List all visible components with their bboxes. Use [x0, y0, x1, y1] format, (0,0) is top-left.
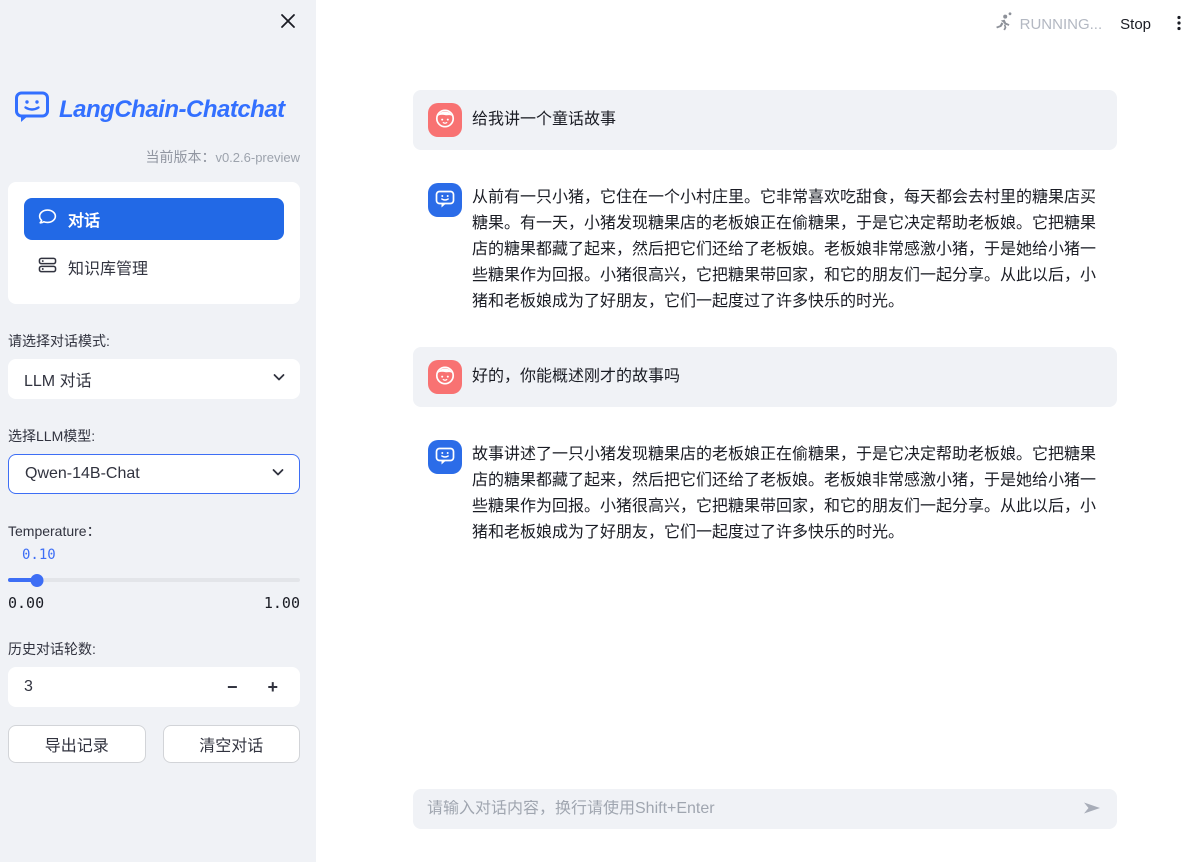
chatchat-logo-icon	[14, 90, 50, 129]
sidebar-actions: 导出记录 清空对话	[8, 725, 300, 763]
user-message: 给我讲一个童话故事	[413, 90, 1117, 150]
history-rounds-label: 历史对话轮数:	[8, 639, 300, 659]
version-value: v0.2.6-preview	[215, 150, 300, 165]
dialog-mode-label: 请选择对话模式:	[8, 331, 300, 351]
assistant-message: 故事讲述了一只小猪发现糖果店的老板娘正在偷糖果，于是它决定帮助老板娘。它把糖果店…	[413, 427, 1117, 558]
assistant-bubble-icon	[432, 442, 458, 473]
message-text: 好的，你能概述刚才的故事吗	[472, 364, 680, 390]
llm-model-select[interactable]: Qwen-14B-Chat	[8, 454, 300, 494]
user-message: 好的，你能概述刚才的故事吗	[413, 347, 1117, 407]
temperature-slider[interactable]	[8, 574, 300, 586]
chevron-down-icon	[270, 464, 286, 485]
slider-max: 1.00	[264, 594, 300, 612]
sidebar-item-dialogue[interactable]: 对话	[24, 198, 284, 240]
app-logo: LangChain-Chatchat	[8, 90, 300, 129]
message-text: 给我讲一个童话故事	[472, 107, 616, 133]
assistant-avatar	[428, 183, 462, 217]
chat-input-bar	[413, 789, 1117, 829]
sidebar-item-label: 对话	[68, 207, 100, 231]
slider-track[interactable]	[8, 578, 300, 582]
sidebar: LangChain-Chatchat 当前版本：v0.2.6-preview 对…	[0, 0, 316, 862]
user-avatar	[428, 103, 462, 137]
llm-model-value: Qwen-14B-Chat	[25, 465, 140, 483]
temperature-label: Temperature：	[8, 521, 300, 541]
history-rounds-input[interactable]	[24, 678, 223, 696]
message-text: 故事讲述了一只小猪发现糖果店的老板娘正在偷糖果，于是它决定帮助老板娘。它把糖果店…	[472, 440, 1102, 546]
slider-thumb[interactable]	[31, 574, 44, 587]
user-avatar	[428, 360, 462, 394]
send-arrow-icon	[1081, 798, 1103, 821]
chat-bubble-icon	[38, 208, 57, 231]
assistant-bubble-icon	[432, 185, 458, 216]
llm-model-label: 选择LLM模型:	[8, 426, 300, 446]
close-icon	[279, 18, 297, 33]
running-man-icon	[993, 12, 1013, 37]
message-text: 从前有一只小猪，它住在一个小村庄里。它非常喜欢吃甜食，每天都会去村里的糖果店买糖…	[472, 183, 1102, 315]
nav-menu-card: 对话 知识库管理	[8, 182, 300, 304]
assistant-message: 从前有一只小猪，它住在一个小村庄里。它非常喜欢吃甜食，每天都会去村里的糖果店买糖…	[413, 170, 1117, 327]
three-dots-icon	[1171, 20, 1187, 35]
status-text: RUNNING...	[1020, 16, 1103, 33]
user-face-icon	[432, 362, 458, 393]
database-stack-icon	[38, 256, 57, 279]
chat-history: 给我讲一个童话故事 从前有一只小猪，它住在一个小村庄里。它非常喜欢吃甜食，每天都…	[413, 90, 1117, 578]
app-title: LangChain-Chatchat	[59, 96, 285, 124]
stop-button[interactable]: Stop	[1120, 16, 1151, 33]
temperature-value: 0.10	[8, 547, 300, 563]
sidebar-item-knowledge-base[interactable]: 知识库管理	[24, 246, 284, 288]
history-rounds-stepper: − +	[8, 667, 300, 707]
slider-min: 0.00	[8, 594, 44, 612]
sidebar-close-button[interactable]	[276, 10, 300, 34]
main-area: RUNNING... Stop	[316, 0, 1199, 862]
overflow-menu-button[interactable]	[1169, 12, 1189, 37]
dialog-mode-select[interactable]: LLM 对话	[8, 359, 300, 399]
assistant-avatar	[428, 440, 462, 474]
clear-dialogue-button[interactable]: 清空对话	[163, 725, 301, 763]
version-label: 当前版本：	[145, 149, 215, 165]
app-header: RUNNING... Stop	[983, 0, 1199, 48]
user-face-icon	[432, 105, 458, 136]
chevron-down-icon	[271, 369, 287, 390]
increment-button[interactable]: +	[263, 678, 282, 696]
running-status: RUNNING...	[993, 12, 1103, 37]
export-records-button[interactable]: 导出记录	[8, 725, 146, 763]
slider-range: 0.00 1.00	[8, 594, 300, 612]
dialog-mode-value: LLM 对话	[24, 367, 92, 391]
send-button[interactable]	[1077, 794, 1107, 824]
version-info: 当前版本：v0.2.6-preview	[8, 147, 300, 167]
chat-input[interactable]	[427, 800, 1077, 818]
sidebar-item-label: 知识库管理	[68, 255, 148, 279]
decrement-button[interactable]: −	[223, 678, 242, 696]
